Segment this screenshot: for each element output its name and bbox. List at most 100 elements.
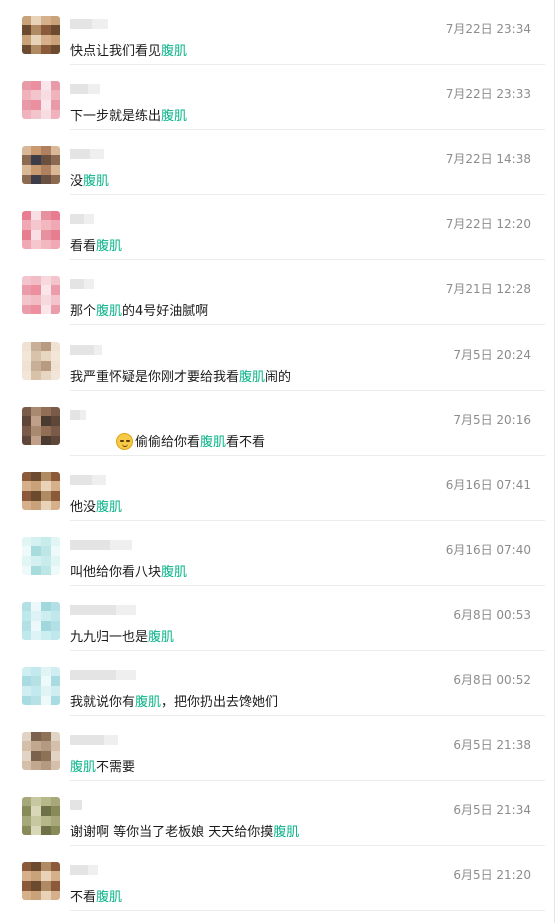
nickname-blur-segment	[80, 409, 86, 420]
keyword-highlight[interactable]: 腹肌	[161, 565, 187, 580]
comment-row[interactable]: 6月5日 21:20 不看腹肌	[0, 846, 545, 912]
keyword-highlight[interactable]: 腹肌	[96, 304, 122, 319]
avatar-pixel	[22, 565, 31, 575]
avatar-pixel	[31, 406, 41, 416]
avatar[interactable]	[22, 667, 60, 705]
comment-row[interactable]: 6月16日 07:41 他没腹肌	[0, 456, 545, 521]
avatar-pixel	[22, 276, 31, 286]
comment-time: 6月5日 21:34	[453, 803, 531, 818]
avatar-pixel	[51, 295, 60, 306]
avatar-pixel	[41, 45, 51, 54]
comment-row[interactable]: 6月8日 00:53 九九归一也是腹肌	[0, 586, 545, 651]
avatar-pixel	[51, 686, 60, 696]
avatar[interactable]	[22, 81, 60, 120]
comment-row[interactable]: 7月22日 12:20 看看腹肌	[0, 195, 545, 261]
avatar-pixel	[41, 826, 51, 836]
keyword-highlight[interactable]: 腹肌	[83, 174, 109, 189]
keyword-highlight[interactable]: 腹肌	[96, 239, 122, 254]
avatar-pixel	[31, 676, 41, 686]
avatar[interactable]	[22, 797, 60, 836]
keyword-highlight[interactable]: 腹肌	[161, 109, 187, 124]
avatar[interactable]	[22, 146, 60, 185]
comment-text-segment: 下一步就是练出	[70, 109, 162, 125]
keyword-highlight[interactable]: 腹肌	[239, 370, 265, 385]
nickname-blur-segment	[88, 865, 98, 876]
avatar-pixel	[41, 155, 51, 166]
keyword-highlight[interactable]: 腹肌	[135, 695, 161, 710]
avatar[interactable]	[22, 732, 60, 771]
avatar-pixel	[41, 480, 51, 491]
avatar-pixel	[51, 565, 60, 575]
nickname-blur-segment	[70, 149, 90, 160]
comment-row[interactable]: 6月5日 21:34 谢谢啊 等你当了老板娘 天天给你摸腹肌	[0, 781, 545, 847]
nickname-blur-segment	[94, 344, 102, 355]
avatar-pixel	[22, 285, 31, 296]
avatar[interactable]	[22, 16, 60, 54]
nickname-blur-segment	[70, 84, 88, 95]
avatar[interactable]	[22, 601, 60, 640]
avatar-pixel	[51, 276, 60, 286]
keyword-highlight[interactable]: 腹肌	[96, 500, 122, 515]
avatar-pixel	[41, 871, 51, 882]
comment-row[interactable]: 6月5日 21:38 腹肌不需要	[0, 716, 545, 782]
avatar-pixel	[51, 480, 60, 491]
avatar[interactable]	[22, 471, 60, 510]
comment-time: 7月5日 20:24	[453, 347, 531, 362]
comment-row[interactable]: 7月5日 20:16 偷偷给你看腹肌看不看	[0, 391, 545, 456]
keyword-highlight[interactable]: 腹肌	[161, 44, 187, 59]
keyword-highlight[interactable]: 腹肌	[200, 435, 226, 450]
nickname-blur-segment	[70, 474, 92, 485]
avatar-pixel	[31, 545, 41, 556]
avatar[interactable]	[22, 341, 60, 380]
comment-text: 谢谢啊 等你当了老板娘 天天给你摸腹肌	[70, 821, 299, 840]
comment-row[interactable]: 6月8日 00:52 我就说你有腹肌，把你扔出去馋她们	[0, 651, 545, 716]
avatar[interactable]	[22, 406, 60, 445]
comment-text: 我严重怀疑是你刚才要给我看腹肌闹的	[70, 366, 291, 385]
avatar-pixel	[41, 667, 51, 676]
comment-row[interactable]: 7月22日 23:34 快点让我们看见腹肌	[0, 0, 545, 65]
comment-text: 我就说你有腹肌，把你扔出去馋她们	[70, 691, 278, 710]
avatar-pixel	[22, 406, 31, 416]
comment-row[interactable]: 7月21日 12:28 那个腹肌的4号好油腻啊	[0, 260, 545, 326]
comment-row[interactable]: 7月22日 23:33 下一步就是练出腹肌	[0, 65, 545, 131]
comment-row[interactable]: 7月22日 14:38 没腹肌	[0, 130, 545, 196]
avatar-pixel	[31, 536, 41, 546]
avatar-pixel	[31, 500, 41, 510]
avatar-pixel	[41, 276, 51, 286]
avatar-pixel	[41, 240, 51, 250]
comment-time: 6月16日 07:41	[445, 477, 531, 492]
comment-row[interactable]: 6月16日 07:40 叫他给你看八块腹肌	[0, 521, 545, 586]
avatar-pixel	[41, 536, 51, 546]
comment-text: 看看腹肌	[70, 235, 122, 254]
avatar-pixel	[51, 862, 60, 872]
comment-row[interactable]: 7月5日 20:24 我严重怀疑是你刚才要给我看腹肌闹的	[0, 326, 545, 391]
avatar[interactable]	[22, 276, 60, 315]
avatar-pixel	[22, 536, 31, 546]
avatar[interactable]	[22, 211, 60, 250]
avatar-pixel	[51, 696, 60, 705]
avatar[interactable]	[22, 536, 60, 575]
keyword-highlight[interactable]: 腹肌	[148, 630, 174, 645]
avatar-pixel	[41, 16, 51, 25]
avatar-pixel	[22, 370, 31, 380]
row-divider	[70, 910, 545, 912]
keyword-highlight[interactable]: 腹肌	[96, 890, 122, 905]
nickname-blur-segment	[70, 19, 92, 29]
avatar-pixel	[22, 480, 31, 491]
avatar-pixel	[22, 816, 31, 827]
avatar-pixel	[22, 90, 31, 101]
keyword-highlight[interactable]: 腹肌	[70, 760, 96, 775]
avatar-pixel	[22, 696, 31, 705]
nickname-blur-segment	[92, 474, 106, 485]
comment-text: 没腹肌	[70, 170, 109, 189]
avatar-pixel	[41, 676, 51, 686]
nickname-blur-segment	[92, 19, 108, 29]
avatar-pixel	[51, 545, 60, 556]
avatar-pixel	[22, 240, 31, 250]
avatar-pixel	[31, 110, 41, 120]
emoji-shy-smile-icon	[116, 432, 133, 450]
avatar-pixel	[41, 816, 51, 827]
avatar-pixel	[41, 751, 51, 762]
avatar[interactable]	[22, 862, 60, 901]
keyword-highlight[interactable]: 腹肌	[273, 825, 299, 840]
